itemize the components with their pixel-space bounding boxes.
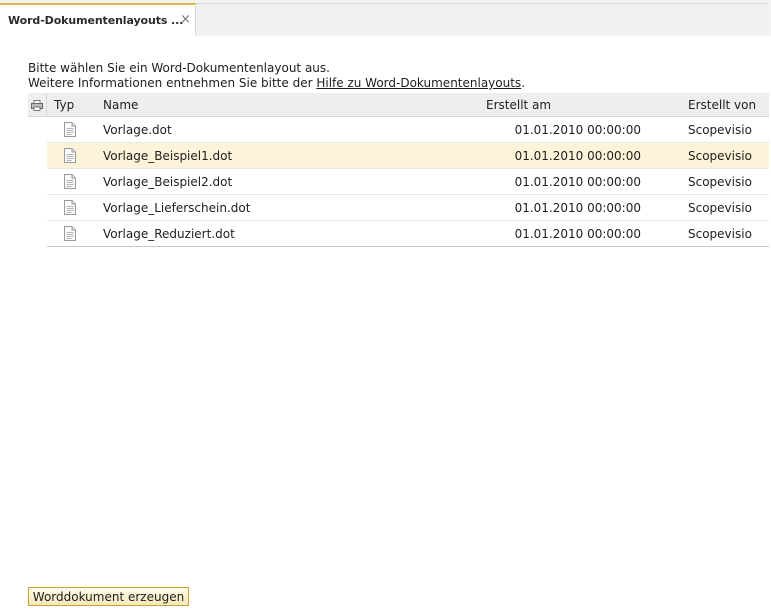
help-link[interactable]: Hilfe zu Word-Dokumentenlayouts xyxy=(316,76,521,90)
intro-line-1: Bitte wählen Sie ein Word-Dokumentenlayo… xyxy=(28,61,330,75)
row-created-by: Scopevisio xyxy=(688,227,752,241)
document-icon xyxy=(64,148,76,163)
row-created-by: Scopevisio xyxy=(688,123,752,137)
row-created-by: Scopevisio xyxy=(688,175,752,189)
column-header-created-at[interactable]: Erstellt am xyxy=(486,93,551,117)
document-icon xyxy=(64,122,76,137)
row-name: Vorlage_Lieferschein.dot xyxy=(103,201,251,215)
row-created-at: 01.01.2010 00:00:00 xyxy=(514,227,641,241)
layouts-grid: Typ Name Erstellt am Erstellt von Vorlag… xyxy=(28,93,769,247)
tab-bar: Word-Dokumentenlayouts ... × xyxy=(0,0,771,36)
row-name: Vorlage_Beispiel2.dot xyxy=(103,175,233,189)
intro-line-2-prefix: Weitere Informationen entnehmen Sie bitt… xyxy=(28,76,317,90)
row-created-at: 01.01.2010 00:00:00 xyxy=(514,123,641,137)
column-header-name[interactable]: Name xyxy=(103,93,138,117)
table-row[interactable]: Vorlage_Beispiel2.dot 01.01.2010 00:00:00… xyxy=(47,169,769,195)
generate-word-document-button[interactable]: Worddokument erzeugen xyxy=(28,587,189,606)
close-icon[interactable]: × xyxy=(180,13,191,26)
document-icon xyxy=(64,174,76,189)
row-created-at: 01.01.2010 00:00:00 xyxy=(514,149,641,163)
row-created-at: 01.01.2010 00:00:00 xyxy=(514,201,641,215)
tab-bar-empty-area xyxy=(196,3,768,35)
intro-line-2-suffix: . xyxy=(521,76,526,90)
row-created-at: 01.01.2010 00:00:00 xyxy=(514,175,641,189)
column-header-created-by[interactable]: Erstellt von xyxy=(688,93,756,117)
intro-line-2: Weitere Informationen entnehmen Sie bitt… xyxy=(28,76,525,91)
row-created-by: Scopevisio xyxy=(688,149,752,163)
grid-header: Typ Name Erstellt am Erstellt von xyxy=(28,93,769,117)
column-header-type[interactable]: Typ xyxy=(54,93,74,117)
tab-word-layouts[interactable]: Word-Dokumentenlayouts ... × xyxy=(0,3,196,36)
table-row[interactable]: Vorlage_Reduziert.dot 01.01.2010 00:00:00… xyxy=(47,221,769,247)
document-icon xyxy=(64,200,76,215)
table-row[interactable]: Vorlage_Lieferschein.dot 01.01.2010 00:00… xyxy=(47,195,769,221)
tab-title: Word-Dokumentenlayouts ... xyxy=(8,14,184,27)
document-icon xyxy=(64,226,76,241)
row-name: Vorlage_Reduziert.dot xyxy=(103,227,235,241)
table-row[interactable]: Vorlage.dot 01.01.2010 00:00:00 Scopevisio xyxy=(47,117,769,143)
row-name: Vorlage.dot xyxy=(103,123,172,137)
row-name: Vorlage_Beispiel1.dot xyxy=(103,149,233,163)
table-row[interactable]: Vorlage_Beispiel1.dot 01.01.2010 00:00:00… xyxy=(47,143,769,169)
print-icon[interactable] xyxy=(28,93,47,117)
grid-body: Vorlage.dot 01.01.2010 00:00:00 Scopevisio… xyxy=(28,117,769,247)
row-created-by: Scopevisio xyxy=(688,201,752,215)
intro-text: Bitte wählen Sie ein Word-Dokumentenlayo… xyxy=(28,61,525,91)
